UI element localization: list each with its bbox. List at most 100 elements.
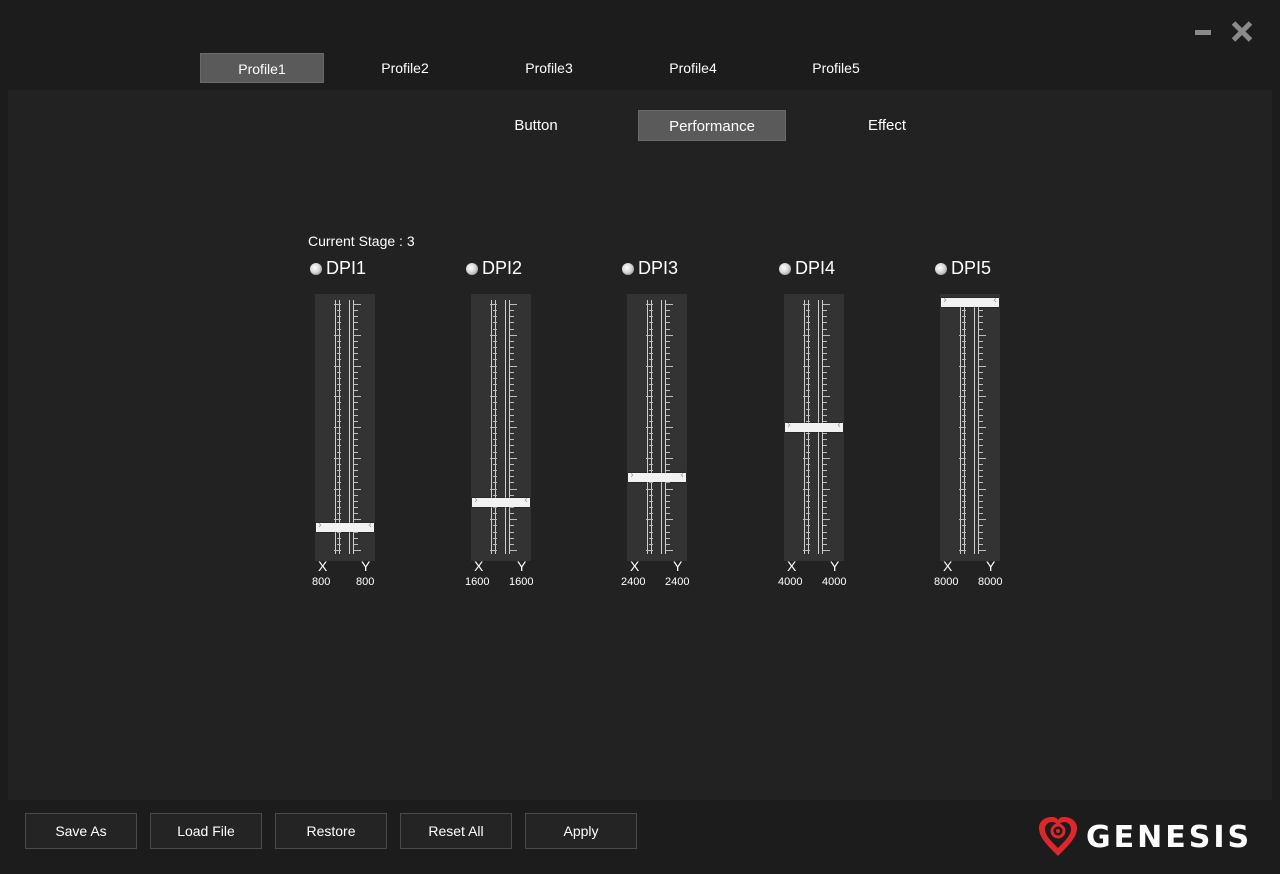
genesis-logo: GENESIS [1036,814,1266,858]
dpi4-slider-track[interactable] [784,294,844,561]
tab-profile3[interactable]: Profile3 [487,53,611,83]
minimize-icon[interactable] [1193,18,1213,44]
slider-tick [666,316,670,318]
slider-tick [962,390,966,392]
tab-performance[interactable]: Performance [638,110,786,141]
slider-tick [510,408,514,410]
slider-tick [666,463,670,465]
slider-tick [493,537,497,539]
slider-tick [354,488,361,490]
dpi4-slider-handle[interactable] [785,420,843,432]
tab-profile1[interactable]: Profile1 [200,53,324,83]
dpi3-slider-track[interactable] [627,294,687,561]
slider-tick [823,550,830,551]
slider-tick [337,359,341,361]
slider-tick [666,433,670,435]
slider-tick [646,427,653,428]
dpi1-slider-track[interactable] [315,294,375,561]
slider-tick [510,506,514,508]
dpi2-slider-track[interactable] [471,294,531,561]
dpi-x-value: 2400 [621,576,646,588]
slider-tick [979,543,983,545]
slider-tick [803,457,810,459]
slider-tick [962,328,966,330]
slider-tick [649,543,653,545]
dpi3-slider-handle[interactable] [628,470,686,482]
slider-tick [823,420,827,422]
slider-tick [649,433,653,435]
slider-tick [510,513,514,515]
slider-tick [666,396,673,398]
slider-tick [337,420,341,422]
slider-tick [649,353,653,355]
slider-tick [666,543,670,545]
slider-tick [490,334,497,336]
slider-tick [510,525,514,527]
slider-tick [666,550,673,551]
slider-tick [666,482,670,484]
slider-tick [806,347,810,349]
slider-tick [337,322,341,324]
slider-tick [337,451,341,453]
slider-tick [337,506,341,508]
slider-tick [354,451,358,453]
genesis-logo-icon [1039,817,1077,856]
slider-tick [666,328,670,330]
dpi3-radio[interactable] [620,258,636,280]
slider-tick [979,414,983,416]
dpi5-slider-handle[interactable] [941,295,999,307]
slider-tick [806,408,810,410]
slider-tick [666,427,673,428]
dpi-y-value: 4000 [822,576,847,588]
slider-tick [354,470,358,472]
slider-tick [337,414,341,416]
axis-y-label: Y [673,558,683,574]
slider-tick [979,371,983,373]
slider-tick [962,316,966,318]
tab-effect[interactable]: Effect [813,110,961,141]
axis-y-label: Y [517,558,527,574]
dpi1-slider-handle[interactable] [316,520,374,532]
slider-tick [354,439,358,441]
slider-tick [823,304,830,305]
slider-tick [354,433,358,435]
dpi5-radio[interactable] [933,258,949,280]
slider-tick [959,519,966,521]
tab-profile4[interactable]: Profile4 [631,53,755,83]
slider-tick [806,506,810,508]
slider-tick [979,420,983,422]
axis-y-label: Y [986,558,996,574]
tab-profile2[interactable]: Profile2 [343,53,467,83]
slider-tick [979,525,983,527]
dpi5-slider-track[interactable] [940,294,1000,561]
slider-tick [490,550,497,551]
slider-tick [803,365,810,367]
dpi-stage-5: DPI5 X Y 8000 8000 [933,256,1053,596]
save-as-button[interactable]: Save As [25,813,137,849]
slider-tick [337,377,341,379]
dpi-x-value: 1600 [465,576,490,588]
dpi-x-value: 4000 [778,576,803,588]
slider-tick [354,537,358,539]
slider-tick [354,506,358,508]
slider-tick [510,531,514,533]
tab-button[interactable]: Button [462,110,610,141]
reset-all-button[interactable]: Reset All [400,813,512,849]
apply-button[interactable]: Apply [525,813,637,849]
dpi1-radio[interactable] [308,258,324,280]
slider-tick [354,353,358,355]
close-icon[interactable] [1228,18,1256,46]
load-file-button[interactable]: Load File [150,813,262,849]
slider-tick [979,482,983,484]
axis-x-label: X [318,558,328,574]
slider-tick [979,396,986,398]
tab-profile5[interactable]: Profile5 [774,53,898,83]
dpi4-radio[interactable] [777,258,793,280]
slider-tick [666,377,670,379]
slider-tick [806,359,810,361]
dpi2-slider-handle[interactable] [472,495,530,507]
slider-tick [823,525,827,527]
dpi2-radio[interactable] [464,258,480,280]
slider-tick [649,482,653,484]
restore-button[interactable]: Restore [275,813,387,849]
